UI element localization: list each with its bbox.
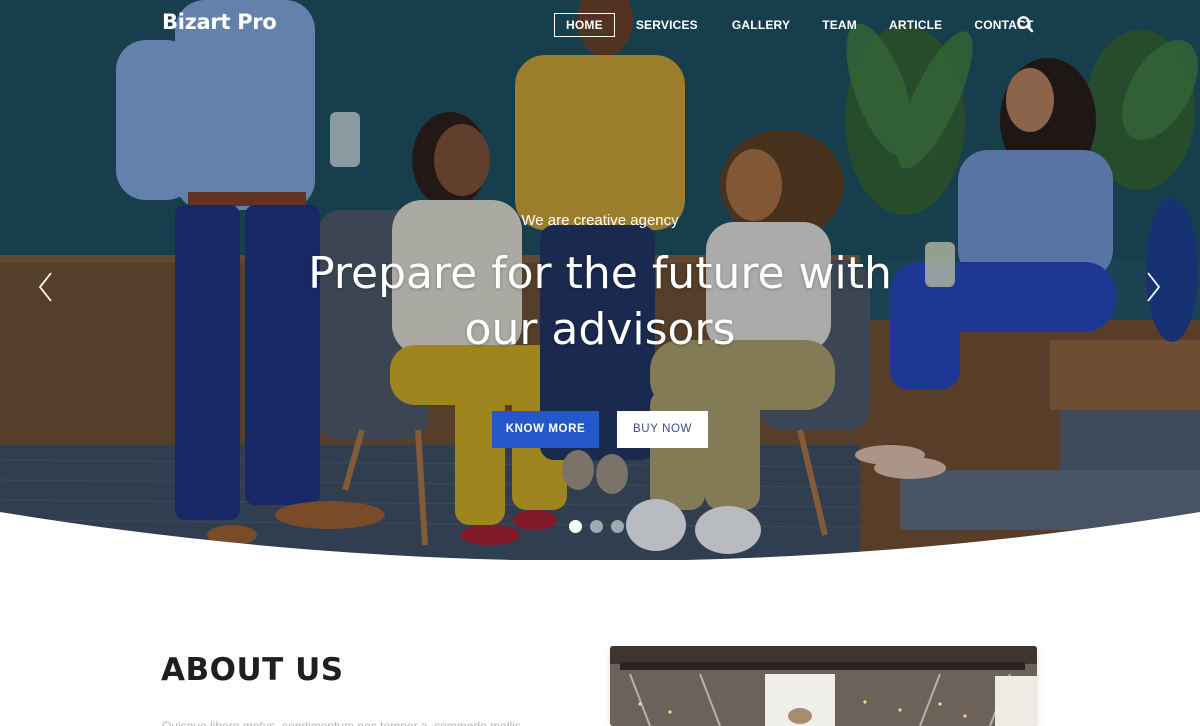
nav-home[interactable]: HOME — [554, 13, 615, 37]
slider-dot-2[interactable] — [590, 520, 603, 533]
brand-logo[interactable]: Bizart Pro — [162, 10, 277, 34]
nav-article[interactable]: ARTICLE — [878, 13, 953, 37]
about-image — [610, 646, 1037, 726]
search-icon[interactable] — [1016, 15, 1034, 33]
buy-now-button[interactable]: BUY NOW — [617, 411, 708, 448]
about-text: Quisque libero metus, condimentum nec te… — [162, 719, 521, 726]
about-title: ABOUT US — [161, 652, 344, 688]
nav-gallery[interactable]: GALLERY — [721, 13, 801, 37]
hero-slider: Bizart Pro HOME SERVICES GALLERY TEAM AR… — [0, 0, 1200, 560]
main-nav: HOME SERVICES GALLERY TEAM ARTICLE CONTA… — [554, 13, 1055, 37]
hero-title-line-1: Prepare for the future with — [308, 248, 892, 299]
slider-dot-3[interactable] — [611, 520, 624, 533]
nav-services[interactable]: SERVICES — [625, 13, 709, 37]
nav-team[interactable]: TEAM — [811, 13, 868, 37]
slider-dot-1[interactable] — [569, 520, 582, 533]
know-more-button[interactable]: KNOW MORE — [492, 411, 599, 448]
chevron-right-icon[interactable] — [1144, 270, 1162, 304]
hero-title-line-2: our advisors — [464, 304, 736, 355]
chevron-left-icon[interactable] — [37, 270, 55, 304]
hero-subtitle: We are creative agency — [521, 212, 679, 229]
slider-dots — [569, 520, 624, 533]
hero-title: Prepare for the future with our advisors — [0, 246, 1200, 358]
